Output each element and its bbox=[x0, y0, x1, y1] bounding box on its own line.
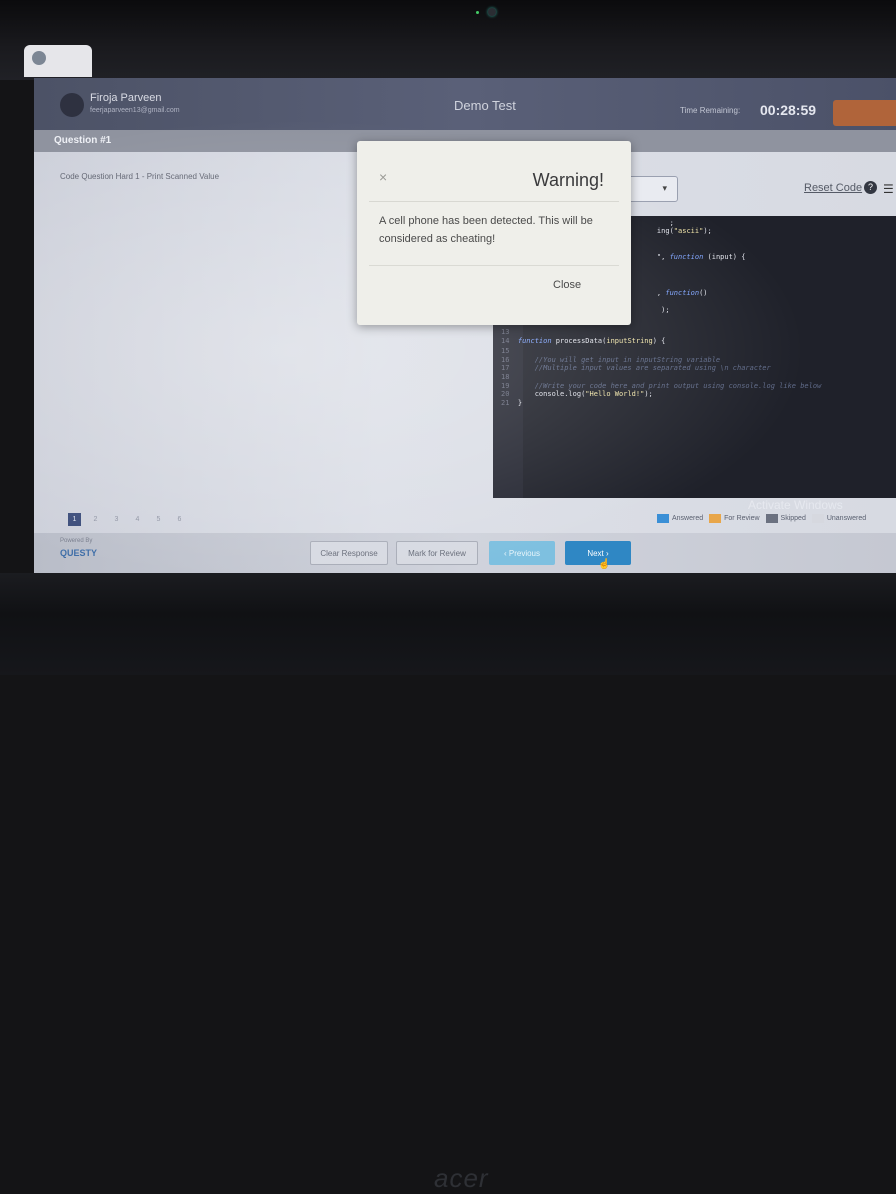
webcam bbox=[488, 8, 496, 16]
code-token: processData( bbox=[551, 337, 607, 345]
modal-divider bbox=[369, 201, 619, 202]
webcam-led bbox=[476, 11, 479, 14]
test-title: Demo Test bbox=[454, 98, 516, 113]
warning-modal: × Warning! A cell phone has been detecte… bbox=[357, 141, 631, 325]
code-token: ); bbox=[644, 390, 653, 398]
line-number: 14 bbox=[501, 337, 518, 345]
user-name: Firoja Parveen bbox=[90, 92, 162, 104]
code-token: console.log( bbox=[517, 390, 586, 398]
page-number-2[interactable]: 2 bbox=[89, 513, 102, 526]
laptop-bezel-top bbox=[0, 0, 896, 80]
legend-swatch bbox=[657, 514, 669, 523]
avatar bbox=[60, 93, 84, 117]
code-token: //Multiple input values are separated us… bbox=[517, 364, 771, 372]
question-title: Code Question Hard 1 - Print Scanned Val… bbox=[60, 172, 220, 181]
help-icon[interactable]: ? bbox=[864, 181, 877, 194]
modal-divider bbox=[369, 265, 619, 266]
line-number: 18 bbox=[501, 373, 518, 381]
code-token: ) { bbox=[652, 337, 666, 345]
code-token: //You will get input in inputString vari… bbox=[517, 356, 721, 364]
laptop-bezel-bottom: acer bbox=[0, 573, 896, 1193]
legend-swatch bbox=[811, 514, 824, 523]
code-line: 19 //Write your code here and print outp… bbox=[501, 382, 821, 390]
legend-label: Skipped bbox=[780, 515, 806, 523]
code-token: inputString bbox=[606, 337, 653, 345]
line-number: 16 bbox=[501, 356, 518, 364]
laptop-logo: acer bbox=[434, 1163, 489, 1193]
line-number: 20 bbox=[501, 390, 518, 398]
globe-icon bbox=[32, 51, 46, 65]
code-line: 14 function processData(inputString) { bbox=[501, 337, 665, 345]
page-number-3[interactable]: 3 bbox=[110, 513, 123, 526]
modal-close-button[interactable]: Close bbox=[553, 279, 581, 291]
legend-label: Unanswered bbox=[826, 515, 867, 523]
code-token: () bbox=[699, 289, 708, 297]
question-number: Question #1 bbox=[54, 135, 112, 146]
mark-for-review-button[interactable]: Mark for Review bbox=[396, 541, 478, 565]
code-token: (input) { bbox=[703, 253, 746, 261]
activate-windows-watermark: Activate Windows bbox=[748, 498, 843, 512]
legend-label: For Review bbox=[724, 515, 760, 523]
line-number: 13 bbox=[501, 328, 518, 336]
code-token: function bbox=[517, 337, 552, 345]
code-line: 21 } bbox=[501, 399, 522, 407]
menu-icon[interactable]: ☰ bbox=[883, 182, 894, 196]
code-line: 18 bbox=[501, 373, 518, 381]
code-token: function bbox=[665, 289, 700, 297]
close-icon[interactable]: × bbox=[379, 169, 387, 185]
code-token: } bbox=[517, 399, 523, 407]
page-number-4[interactable]: 4 bbox=[131, 513, 144, 526]
page-number-5[interactable]: 5 bbox=[152, 513, 165, 526]
question-pagination: 123456 bbox=[68, 508, 194, 526]
code-token: //Write your code here and print output … bbox=[517, 382, 822, 390]
legend-swatch bbox=[765, 514, 778, 523]
clear-response-button[interactable]: Clear Response bbox=[310, 541, 388, 565]
reset-code-link[interactable]: Reset Code bbox=[804, 182, 862, 194]
line-number: 19 bbox=[501, 382, 518, 390]
time-remaining-value: 00:28:59 bbox=[760, 102, 817, 118]
code-line: 20 console.log("Hello World!"); bbox=[501, 390, 653, 398]
code-token: "ascii" bbox=[673, 227, 704, 235]
browser-tab[interactable] bbox=[24, 45, 92, 77]
mouse-cursor-icon: ☝ bbox=[598, 559, 611, 570]
code-token: function bbox=[669, 253, 704, 261]
previous-button[interactable]: ‹ Previous bbox=[489, 541, 555, 565]
legend-label: Answered bbox=[672, 515, 704, 523]
code-token: "Hello World!" bbox=[585, 390, 645, 398]
line-number: 21 bbox=[501, 399, 518, 407]
page-number-1[interactable]: 1 bbox=[68, 513, 81, 526]
user-email: feerjaparveen13@gmail.com bbox=[90, 107, 180, 114]
modal-title: Warning! bbox=[532, 170, 604, 190]
brand-logo: QUESTY bbox=[60, 548, 98, 558]
powered-by-label: Powered By bbox=[60, 538, 93, 544]
code-line: 17 //Multiple input values are separated… bbox=[501, 364, 771, 372]
line-number: 17 bbox=[501, 364, 518, 372]
submit-test-button[interactable] bbox=[833, 100, 896, 126]
modal-message: A cell phone has been detected. This wil… bbox=[379, 215, 593, 245]
legend-swatch bbox=[709, 514, 722, 523]
status-legend: Answered For Review Skipped Unanswered bbox=[657, 514, 872, 523]
chevron-down-icon: ▾ bbox=[662, 183, 667, 193]
code-line: 16 //You will get input in inputString v… bbox=[501, 356, 720, 364]
page-number-6[interactable]: 6 bbox=[173, 513, 186, 526]
code-token: ); bbox=[703, 227, 712, 235]
time-remaining-label: Time Remaining: bbox=[680, 106, 741, 115]
code-line: 15 bbox=[501, 347, 518, 355]
code-line: 13 bbox=[501, 328, 518, 336]
line-number: 15 bbox=[501, 347, 518, 355]
